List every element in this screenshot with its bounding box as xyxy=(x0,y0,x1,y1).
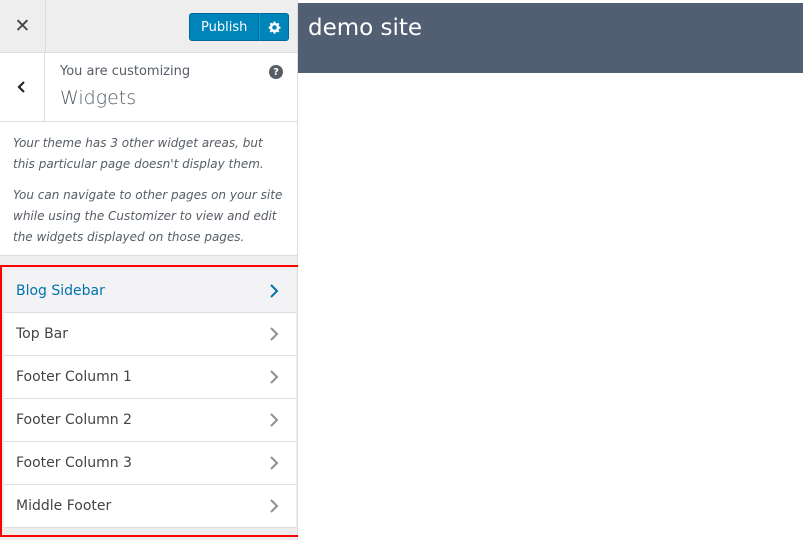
publish-settings-button[interactable] xyxy=(259,13,290,41)
widget-area-item[interactable]: Middle Footer xyxy=(4,485,296,528)
widget-area-list: Blog Sidebar Top Bar Footer Column 1 Footer… xyxy=(4,270,296,528)
close-button[interactable]: ✕ xyxy=(0,0,46,52)
description-paragraph-1: Your theme has 3 other widget areas, but… xyxy=(13,136,264,171)
widget-areas-description: Your theme has 3 other widget areas, but… xyxy=(0,122,297,256)
chevron-right-icon xyxy=(270,370,279,384)
widget-area-item[interactable]: Footer Column 3 xyxy=(4,442,296,485)
site-header: demo site xyxy=(298,3,803,73)
chevron-right-icon xyxy=(270,327,279,341)
close-icon: ✕ xyxy=(14,15,31,37)
widget-area-label: Footer Column 1 xyxy=(16,369,132,385)
widget-area-label: Footer Column 2 xyxy=(16,412,132,428)
widget-area-label: Blog Sidebar xyxy=(16,283,105,299)
help-icon[interactable]: ? xyxy=(269,65,283,79)
widget-area-item[interactable]: Footer Column 2 xyxy=(4,399,296,442)
customizing-label: You are customizing xyxy=(60,64,191,79)
site-title[interactable]: demo site xyxy=(308,15,422,41)
description-paragraph-2: You can navigate to other pages on your … xyxy=(13,188,283,244)
publish-button[interactable]: Publish xyxy=(189,13,260,41)
customizer-sidebar: ✕ Publish You are customizing Widgets ? … xyxy=(0,0,298,540)
chevron-right-icon xyxy=(270,413,279,427)
chevron-right-icon xyxy=(270,456,279,470)
widget-area-label: Top Bar xyxy=(16,326,69,342)
back-button[interactable] xyxy=(0,53,45,121)
panel-header: You are customizing Widgets ? xyxy=(0,53,297,122)
publish-group: Publish xyxy=(189,13,290,41)
widget-area-item[interactable]: Footer Column 1 xyxy=(4,356,296,399)
site-preview: demo site xyxy=(298,0,803,540)
widget-area-label: Footer Column 3 xyxy=(16,455,132,471)
widget-area-label: Middle Footer xyxy=(16,498,112,514)
widget-area-item[interactable]: Top Bar xyxy=(4,313,296,356)
section-title: Widgets xyxy=(60,87,137,109)
customizer-toolbar: ✕ Publish xyxy=(0,0,297,53)
gear-icon xyxy=(268,21,281,34)
widget-area-item[interactable]: Blog Sidebar xyxy=(4,270,296,313)
chevron-right-icon xyxy=(270,499,279,513)
chevron-left-icon xyxy=(17,81,25,93)
chevron-right-icon xyxy=(270,284,279,298)
